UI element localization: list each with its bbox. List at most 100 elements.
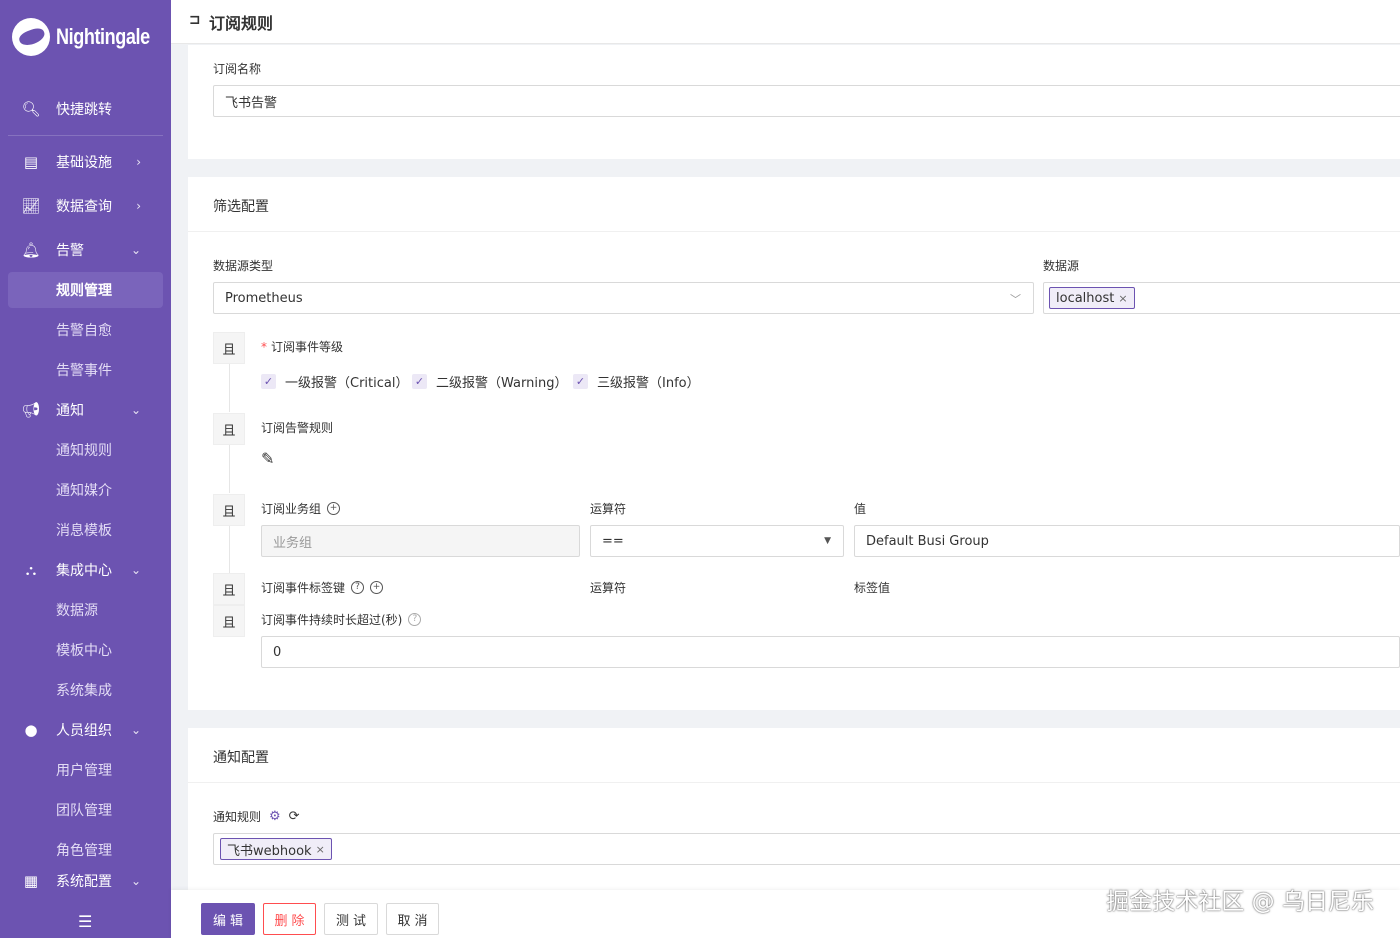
- question-circle-icon[interactable]: ?: [408, 613, 422, 626]
- close-icon[interactable]: ×: [316, 843, 325, 856]
- sidebar-item-system-integration[interactable]: 系统集成: [8, 672, 163, 708]
- close-icon[interactable]: ×: [1118, 292, 1127, 305]
- severity-critical-checkbox[interactable]: ✓ 一级报警（Critical）: [261, 372, 408, 391]
- connector-line: [229, 526, 230, 574]
- value-label: 值: [854, 502, 867, 516]
- and-label: 且: [213, 494, 245, 526]
- filter-title: 筛选配置: [213, 199, 269, 215]
- add-circle-icon[interactable]: +: [370, 581, 384, 594]
- sidebar-item-integration[interactable]: ⛬ 集成中心 ⌄: [8, 552, 163, 588]
- card-divider: [188, 782, 1400, 783]
- tag-key-label: 订阅事件标签键? +: [261, 579, 384, 596]
- sidebar: Nightingale 🔍︎ 快捷跳转 ▤ 基础设施 › 📈︎ 数据查询 › 🔔…: [0, 0, 171, 938]
- sidebar-item-role-manage[interactable]: 角色管理: [8, 832, 163, 868]
- sidebar-item-notify-rules[interactable]: 通知规则: [8, 432, 163, 468]
- sidebar-item-rule-manage[interactable]: 规则管理: [8, 272, 163, 308]
- megaphone-icon: 📢︎: [21, 401, 41, 419]
- cancel-button[interactable]: 取消: [386, 903, 439, 935]
- sidebar-item-user-manage[interactable]: 用户管理: [8, 752, 163, 788]
- sidebar-divider: [8, 135, 163, 136]
- page-title: 订阅规则: [209, 14, 274, 33]
- test-button[interactable]: 测试: [324, 903, 378, 935]
- operator-label: 运算符: [590, 581, 627, 595]
- sidebar-item-data-query[interactable]: 📈︎ 数据查询 ›: [8, 188, 163, 224]
- and-label: 且: [213, 332, 245, 364]
- sidebar-item-alert-events[interactable]: 告警事件: [8, 352, 163, 388]
- sidebar-item-msg-template[interactable]: 消息模板: [8, 512, 163, 548]
- duration-label: 订阅事件持续时长超过(秒)?: [261, 611, 422, 628]
- sidebar-item-self-heal[interactable]: 告警自愈: [8, 312, 163, 348]
- page-header: ⊐ 订阅规则: [171, 0, 1400, 44]
- edit-pencil-icon[interactable]: ✎: [261, 449, 274, 468]
- add-circle-icon[interactable]: +: [327, 502, 341, 515]
- sidebar-item-team-manage[interactable]: 团队管理: [8, 792, 163, 828]
- sidebar-item-template-center[interactable]: 模板中心: [8, 632, 163, 668]
- grid-icon: ▦: [23, 872, 39, 890]
- connector-line: [229, 445, 230, 493]
- ds-type-select[interactable]: Prometheus ﹀: [213, 282, 1034, 314]
- logo[interactable]: Nightingale: [12, 16, 170, 58]
- chart-icon: 📈︎: [21, 197, 41, 215]
- notify-rule-tag[interactable]: 飞书webhook ×: [220, 838, 332, 860]
- chevron-down-icon: ⌄: [130, 563, 141, 577]
- alert-rule-label: 订阅告警规则: [261, 421, 334, 435]
- check-icon: ✓: [412, 374, 427, 389]
- sub-name-input[interactable]: 飞书告警: [213, 85, 1400, 117]
- refresh-icon[interactable]: ⟳: [289, 809, 300, 824]
- severity-label: * 订阅事件等级: [261, 340, 344, 354]
- duration-input[interactable]: 0: [261, 636, 1400, 668]
- chevron-down-icon: ⌄: [130, 403, 141, 417]
- chevron-down-icon: ⌄: [130, 723, 141, 737]
- chevron-right-icon: ›: [136, 199, 141, 213]
- nightingale-bird-icon: [12, 18, 50, 56]
- busi-group-value-select[interactable]: Default Busi Group: [854, 525, 1400, 557]
- search-icon: 🔍︎: [21, 100, 41, 118]
- chevron-down-icon: ⌄: [130, 874, 141, 888]
- logo-text: Nightingale: [56, 24, 150, 49]
- ds-label: 数据源: [1043, 259, 1080, 273]
- severity-info-checkbox[interactable]: ✓ 三级报警（Info）: [573, 372, 700, 391]
- gear-icon[interactable]: ⚙: [269, 809, 281, 824]
- busi-group-label: 订阅业务组 +: [261, 500, 341, 517]
- and-label: 且: [213, 573, 245, 605]
- connector-line: [229, 364, 230, 412]
- notify-card: 通知配置 通知规则 ⚙ ⟳ 飞书webhook ×: [188, 728, 1400, 890]
- watermark: 掘金技术社区 @ 乌日尼乐: [1106, 889, 1374, 915]
- collapse-menu-icon[interactable]: ☰: [78, 912, 92, 931]
- notify-rule-select[interactable]: 飞书webhook ×: [213, 833, 1400, 865]
- sidebar-item-alert[interactable]: 🔔︎ 告警 ⌄: [8, 232, 163, 268]
- and-label: 且: [213, 413, 245, 445]
- chevron-down-icon: ⌄: [130, 243, 141, 257]
- basic-card: 订阅名称 飞书告警: [188, 45, 1400, 159]
- back-icon[interactable]: ⊐: [189, 12, 201, 28]
- check-icon: ✓: [261, 374, 276, 389]
- sidebar-item-system[interactable]: ▦ 系统配置 ⌄: [8, 870, 163, 892]
- filter-card: 筛选配置 数据源类型 Prometheus ﹀ 数据源 localhost × …: [188, 177, 1400, 710]
- ds-select[interactable]: localhost ×: [1043, 282, 1400, 314]
- sidebar-item-org[interactable]: ● 人员组织 ⌄: [8, 712, 163, 748]
- sidebar-item-quick-jump[interactable]: 🔍︎ 快捷跳转: [8, 91, 163, 127]
- chevron-down-icon: ﹀: [1010, 293, 1021, 306]
- sidebar-item-infra[interactable]: ▤ 基础设施 ›: [8, 144, 163, 180]
- user-icon: ●: [24, 721, 38, 739]
- edit-button[interactable]: 编辑: [201, 903, 255, 935]
- ds-type-label: 数据源类型: [213, 259, 274, 273]
- server-icon: ▤: [23, 153, 39, 171]
- severity-warning-checkbox[interactable]: ✓ 二级报警（Warning）: [412, 372, 567, 391]
- busi-group-key-input: 业务组: [261, 525, 580, 557]
- ds-tag[interactable]: localhost ×: [1049, 287, 1135, 309]
- check-icon: ✓: [573, 374, 588, 389]
- caret-down-icon: ▼: [824, 536, 831, 546]
- operator-label: 运算符: [590, 502, 627, 516]
- question-circle-icon[interactable]: ?: [351, 581, 365, 594]
- delete-button[interactable]: 删除: [263, 903, 316, 935]
- sub-name-label: 订阅名称: [213, 62, 262, 76]
- alarm-icon: 🔔︎: [21, 241, 41, 259]
- chevron-right-icon: ›: [136, 155, 141, 169]
- card-divider: [188, 231, 1400, 232]
- sidebar-item-datasource[interactable]: 数据源: [8, 592, 163, 628]
- sidebar-item-notify-media[interactable]: 通知媒介: [8, 472, 163, 508]
- sidebar-item-notify[interactable]: 📢︎ 通知 ⌄: [8, 392, 163, 428]
- integration-icon: ⛬: [25, 561, 37, 579]
- operator-select[interactable]: == ▼: [590, 525, 844, 557]
